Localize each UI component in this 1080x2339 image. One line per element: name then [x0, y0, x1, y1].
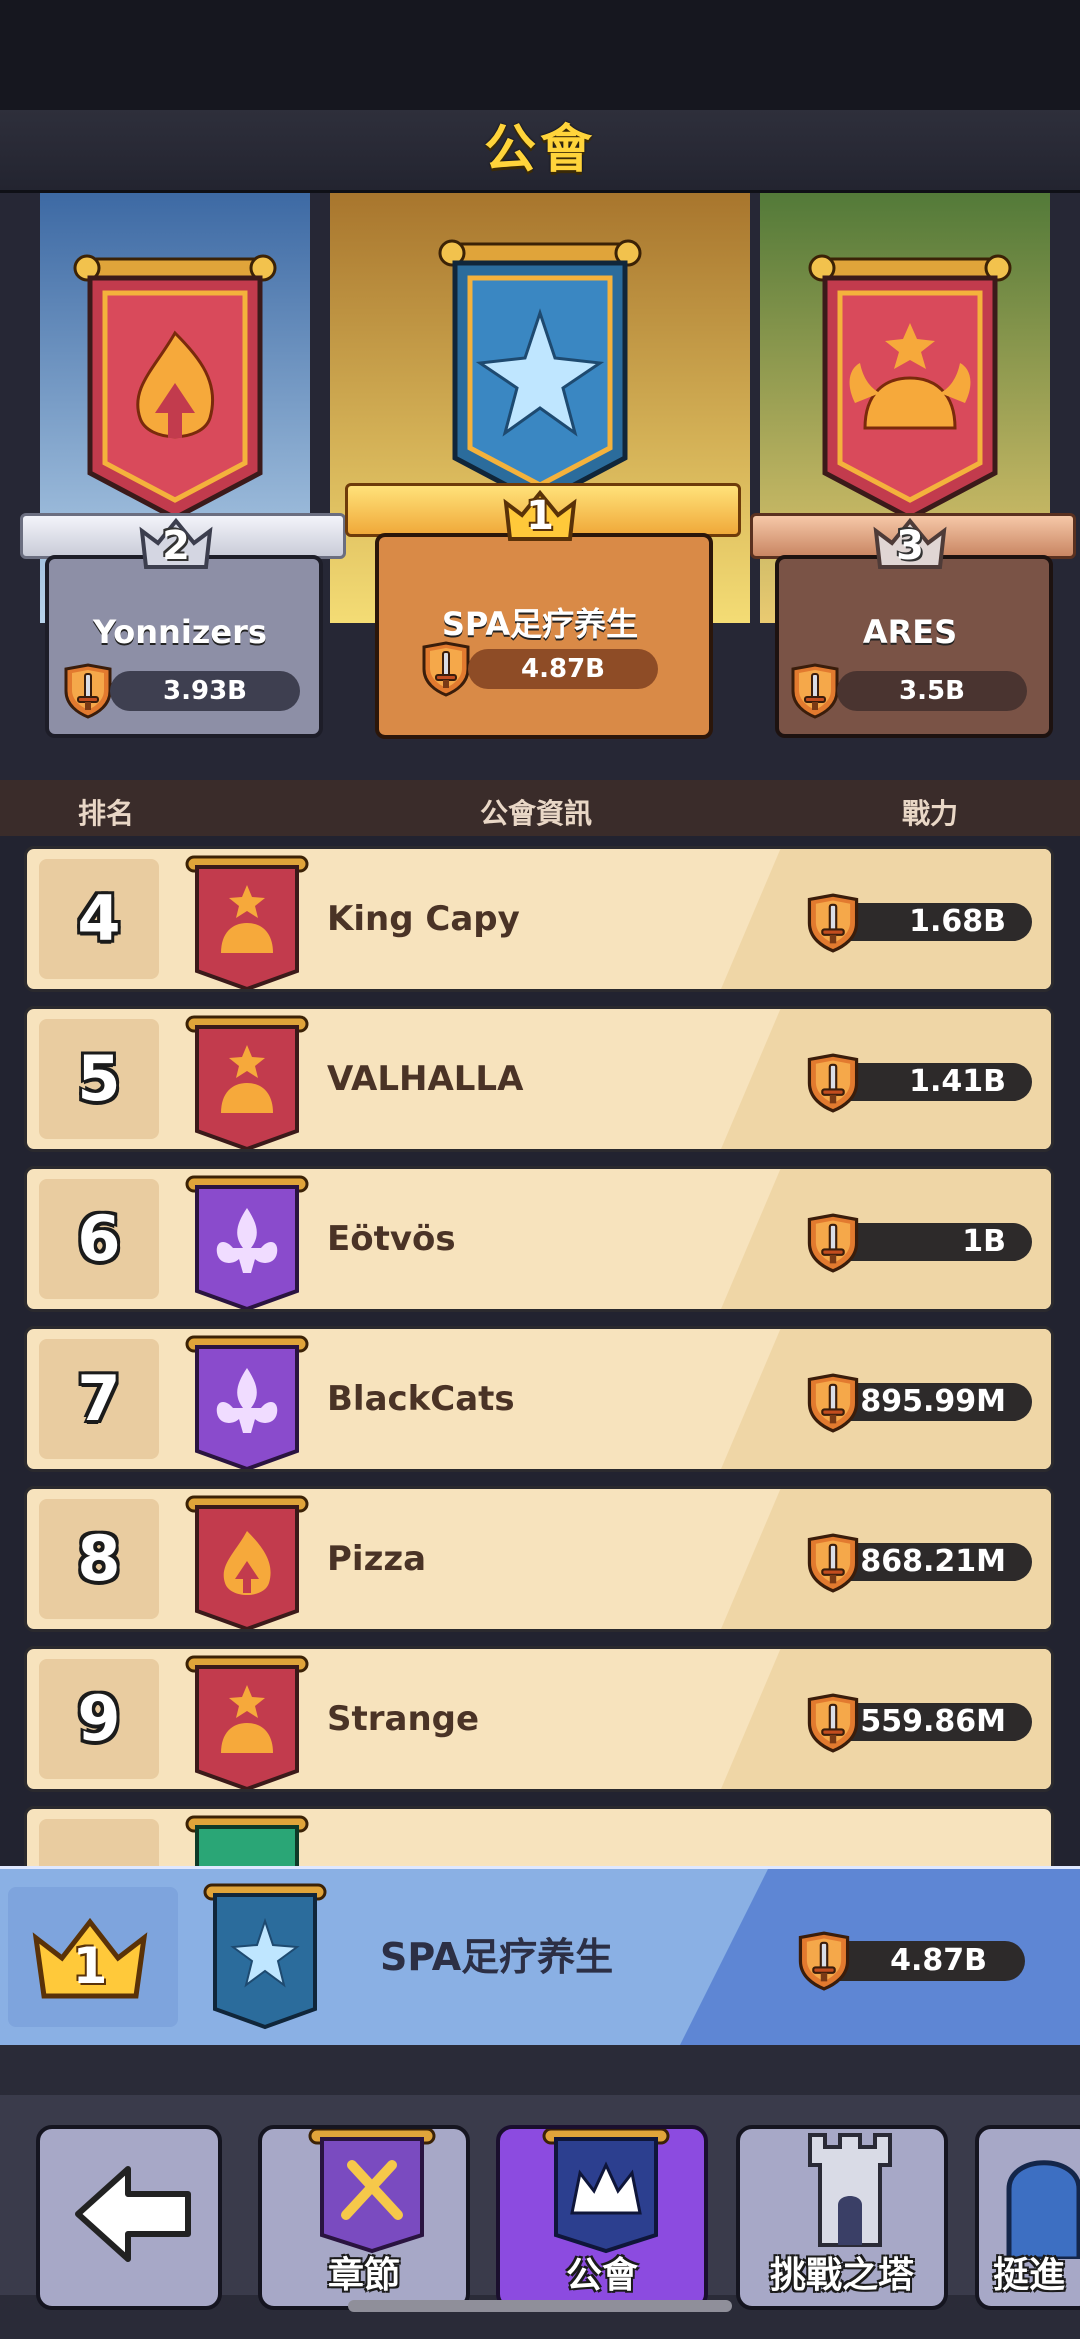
guild-name: Eötvös: [327, 1219, 456, 1259]
chapter-banner-icon: [308, 2129, 436, 2254]
power-icon: [789, 663, 841, 719]
podium-power-3: 3.5B: [837, 671, 1027, 711]
green-banner-icon: [185, 1815, 309, 1866]
podium-rank-3[interactable]: 3 ARES 3.5B: [745, 193, 1076, 753]
my-rank-number: 1: [72, 1937, 108, 1995]
rank-tile: [39, 1819, 159, 1866]
home-indicator: [348, 2300, 732, 2312]
bottom-nav: 章節 公會 挑戰之塔 挺進: [0, 2045, 1080, 2339]
power-icon: [796, 1931, 852, 1991]
guild-row[interactable]: 6 Eötvös 1B: [24, 1166, 1054, 1312]
column-header: 排名 公會資訊 戰力: [0, 780, 1080, 838]
tab-tower[interactable]: 挑戰之塔: [736, 2125, 948, 2310]
guild-row[interactable]: 5 VALHALLA 1.41B: [24, 1006, 1054, 1152]
my-guild-name: SPA足疗养生: [380, 1935, 614, 1979]
podium-name-2: Yonnizers: [93, 613, 267, 651]
guild-name: King Capy: [327, 899, 520, 939]
page-title: 公會: [483, 120, 596, 180]
guild-banner-icon: [542, 2129, 670, 2254]
power-icon: [420, 641, 472, 697]
podium-rank-2[interactable]: 2 Yonnizers 3.93B: [20, 193, 346, 753]
red-viking-banner-icon: [185, 1655, 309, 1789]
purple-fleur-banner-icon: [185, 1175, 309, 1309]
guild-row[interactable]: 4 King Capy 1.68B: [24, 846, 1054, 992]
status-bar-area: [0, 0, 1080, 110]
podium-name-1: SPA足疗养生: [441, 605, 639, 643]
tab-tower-label: 挑戰之塔: [769, 2255, 914, 2296]
tower-icon: [808, 2133, 892, 2247]
podium-rank-1[interactable]: 1 SPA足疗养生 4.87B: [340, 193, 741, 753]
guild-name: Pizza: [327, 1539, 427, 1579]
red-viking-banner-icon: [185, 855, 309, 989]
rank-number: 8: [77, 1522, 121, 1595]
tab-advance-label: 挺進: [993, 2255, 1066, 2296]
purple-fleur-banner-icon: [185, 1335, 309, 1469]
guild-name: VALHALLA: [327, 1059, 524, 1099]
rank-1-number: 1: [526, 493, 554, 539]
podium-power-2: 3.93B: [110, 671, 300, 711]
guild-name: BlackCats: [327, 1379, 515, 1419]
rank-number: 6: [77, 1202, 121, 1275]
guild-row[interactable]: 8 Pizza 868.21M: [24, 1486, 1054, 1632]
gate-icon: [1006, 2160, 1080, 2259]
red-viking-banner-icon: [185, 1015, 309, 1149]
guild-row[interactable]: 9 Strange 559.86M: [24, 1646, 1054, 1792]
tab-guild[interactable]: 公會: [496, 2125, 708, 2310]
power-icon: [805, 1533, 861, 1593]
title-bar: 公會: [0, 110, 1080, 193]
guild-name: Strange: [327, 1699, 480, 1739]
power-icon: [805, 1213, 861, 1273]
power-icon: [62, 663, 114, 719]
guild-row[interactable]: 7 BlackCats 895.99M: [24, 1326, 1054, 1472]
column-power: 戰力: [902, 797, 959, 830]
podium-name-3: ARES: [862, 613, 958, 651]
blue-star-banner-icon: [203, 1883, 327, 2030]
podium-area: 2 Yonnizers 3.93B 1 SPA足疗养生 4.87B 3 ARES…: [0, 193, 1080, 783]
rank-2-number: 2: [162, 523, 190, 569]
tab-advance[interactable]: 挺進: [975, 2125, 1080, 2310]
back-button[interactable]: [36, 2125, 222, 2310]
rank-number: 9: [77, 1682, 121, 1755]
tab-chapter[interactable]: 章節: [258, 2125, 470, 2310]
power-icon: [805, 1373, 861, 1433]
rank-number: 7: [77, 1362, 121, 1435]
power-icon: [805, 1053, 861, 1113]
tab-chapter-label: 章節: [327, 2255, 400, 2296]
arrow-left-icon: [75, 2166, 191, 2262]
my-guild-bar[interactable]: 1 SPA足疗养生 4.87B: [0, 1866, 1080, 2048]
rank-3-number: 3: [896, 523, 924, 569]
tab-guild-label: 公會: [565, 2255, 638, 2296]
power-icon: [805, 1693, 861, 1753]
power-icon: [805, 893, 861, 953]
guild-row-partial[interactable]: [24, 1806, 1054, 1866]
rank-number: 5: [77, 1042, 121, 1115]
red-viking-banner-icon: [808, 254, 1012, 521]
red-flame-banner-icon: [73, 254, 277, 521]
podium-power-1: 4.87B: [468, 649, 658, 689]
column-rank: 排名: [78, 797, 135, 830]
rank-number: 4: [77, 882, 121, 955]
column-info: 公會資訊: [480, 797, 593, 830]
guild-ranking-list[interactable]: 4 King Capy 1.68B 5 VALHALLA 1.41B 6 Eöt…: [0, 836, 1080, 1866]
red-flame-banner-icon: [185, 1495, 309, 1629]
